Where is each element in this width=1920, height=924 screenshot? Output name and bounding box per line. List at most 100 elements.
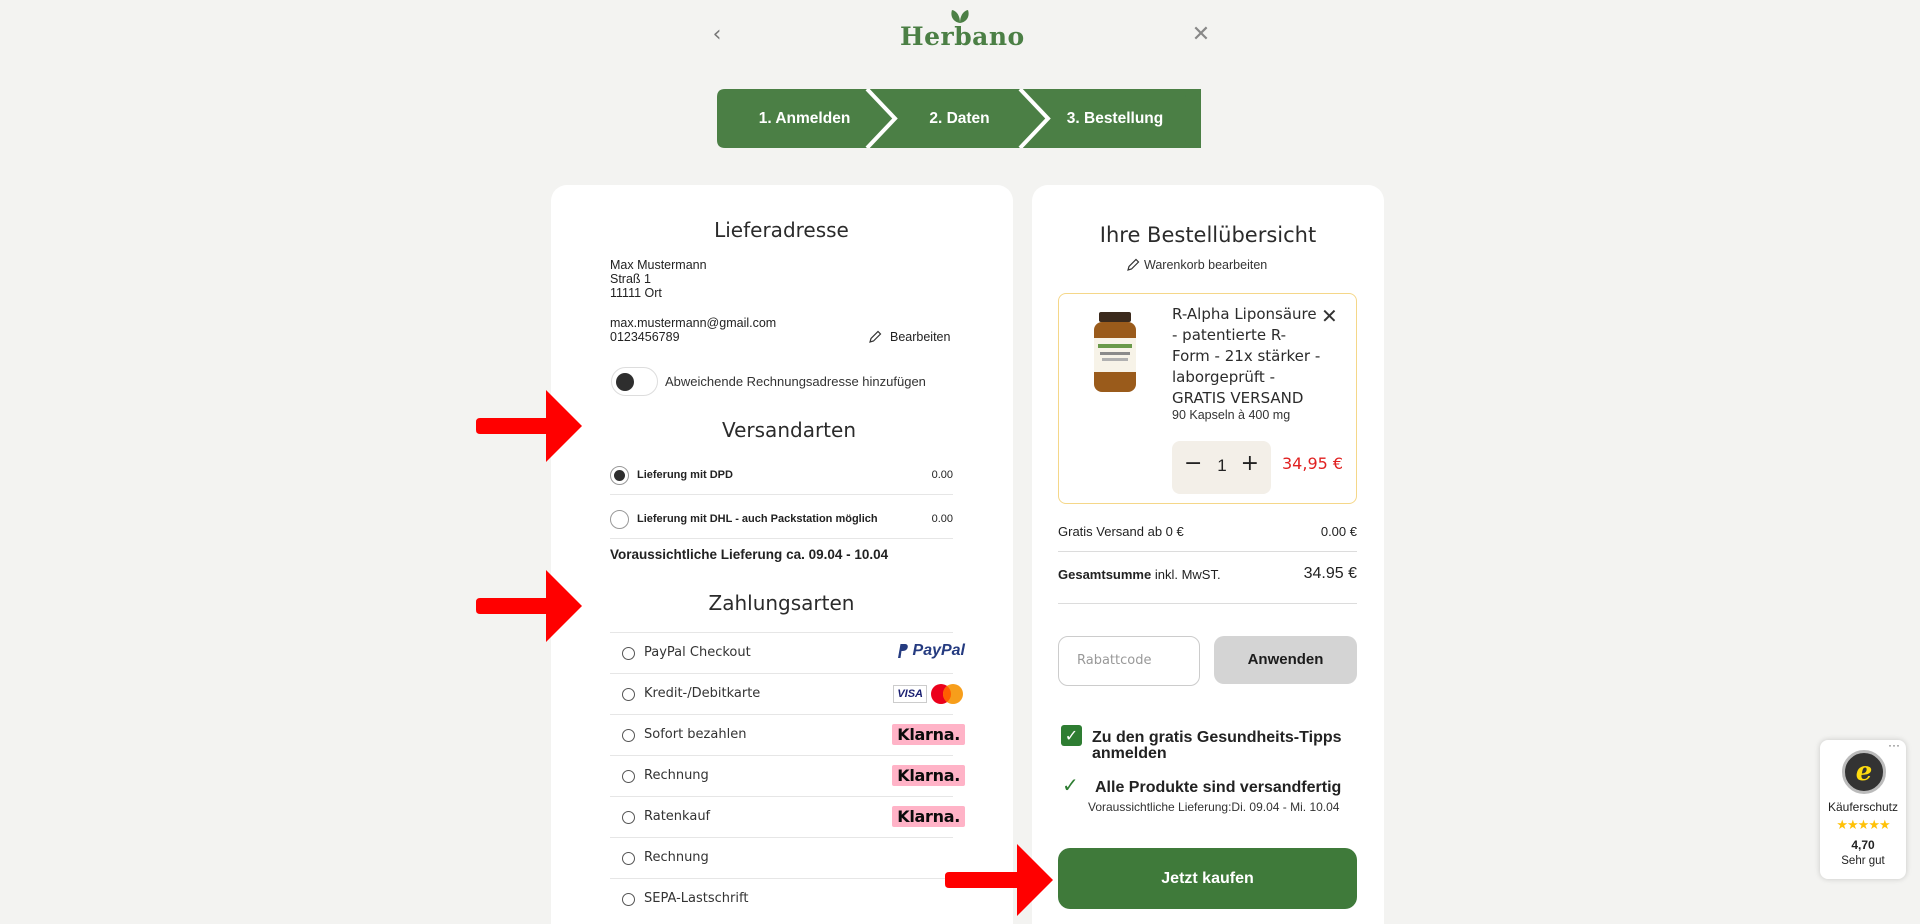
payment-option-label: Sofort bezahlen	[644, 727, 747, 742]
buy-now-button[interactable]: Jetzt kaufen	[1058, 848, 1357, 909]
estimated-delivery: Voraussichtliche Lieferung ca. 09.04 - 1…	[610, 547, 888, 562]
shipping-cost-row: Gratis Versand ab 0 € 0.00 €	[1058, 524, 1357, 539]
shipping-option-label: Lieferung mit DHL - auch Packstation mög…	[637, 513, 878, 525]
pencil-icon	[1127, 258, 1140, 271]
klarna-logo: Klarna.	[892, 765, 965, 786]
klarna-logo: Klarna.	[892, 806, 965, 827]
paypal-logo-text: PayPal	[912, 642, 965, 659]
logo-text: Herbano	[900, 22, 1025, 51]
shipping-methods-title: Versandarten	[721, 418, 856, 442]
newsletter-checkbox[interactable]: ✓	[1061, 725, 1082, 746]
shipping-option-price: 0.00	[931, 513, 953, 525]
step-order[interactable]: 3. Bestellung	[1029, 89, 1201, 148]
order-summary-title: Ihre Bestellübersicht	[1099, 223, 1317, 247]
shipping-radio-dpd[interactable]	[610, 466, 629, 485]
paypal-logo: PayPal	[896, 642, 965, 660]
payment-option-sepa[interactable]: SEPA-Lastschrift	[610, 878, 953, 919]
payment-option-installments[interactable]: Ratenkauf Klarna.	[610, 796, 965, 837]
quantity-stepper: − 1 +	[1172, 441, 1271, 494]
ready-to-ship-label: Alle Produkte sind versandfertig	[1095, 779, 1342, 796]
toggle-knob	[616, 373, 634, 391]
increase-quantity-button[interactable]: +	[1241, 451, 1259, 476]
back-button[interactable]: ‹	[708, 20, 726, 50]
arrow-right-icon	[945, 844, 1053, 916]
payment-option-label: Kredit-/Debitkarte	[644, 686, 761, 701]
ready-to-ship-delivery: Voraussichtliche Lieferung:Di. 09.04 - M…	[1088, 800, 1340, 814]
payment-methods-title: Zahlungsarten	[708, 591, 855, 615]
close-icon: ✕	[1191, 22, 1211, 47]
estimated-delivery-range: ca. 09.04 - 10.04	[786, 547, 889, 562]
address-phone: 0123456789	[610, 330, 680, 344]
total-row: Gesamtsumme inkl. MwST. 34.95 €	[1058, 565, 1357, 582]
payment-option-label: Rechnung	[644, 768, 709, 783]
more-options-icon[interactable]: ···	[1888, 738, 1900, 752]
payment-radio[interactable]	[622, 811, 635, 824]
remove-item-button[interactable]: ✕	[1321, 304, 1338, 328]
shipping-option-price: 0.00	[931, 469, 953, 481]
pencil-icon	[869, 330, 882, 343]
arrow-right-icon	[476, 390, 582, 462]
payment-radio[interactable]	[622, 647, 635, 660]
payment-option-sofort[interactable]: Sofort bezahlen Klarna.	[610, 714, 965, 755]
address-name: Max Mustermann	[610, 258, 707, 272]
divider	[1058, 551, 1357, 552]
close-button[interactable]: ✕	[1188, 20, 1214, 50]
estimated-delivery-label: Voraussichtliche Lieferung	[610, 547, 783, 562]
klarna-logo: Klarna.	[892, 724, 965, 745]
address-city: 11111 Ort	[610, 286, 662, 300]
close-icon: ✕	[1321, 304, 1338, 328]
payment-radio[interactable]	[622, 852, 635, 865]
product-price: 34,95 €	[1282, 454, 1344, 473]
payment-option-klarna-invoice[interactable]: Rechnung Klarna.	[610, 755, 965, 796]
buyer-protection-label: Käuferschutz	[1827, 800, 1899, 814]
divider	[1058, 603, 1357, 604]
shipping-cost-value: 0.00 €	[1320, 524, 1357, 539]
total-value: 34.95 €	[1303, 565, 1357, 582]
apply-coupon-button[interactable]: Anwenden	[1214, 636, 1357, 684]
rating-score: 4,70	[1851, 838, 1875, 852]
visa-logo: VISA	[893, 685, 927, 703]
card-logos: VISA	[893, 683, 965, 705]
coupon-input[interactable]: Rabattcode	[1058, 636, 1200, 686]
edit-address-link[interactable]: Bearbeiten	[868, 330, 950, 344]
payment-option-paypal[interactable]: PayPal Checkout PayPal	[610, 632, 965, 673]
step-login[interactable]: 1. Anmelden	[717, 89, 892, 148]
herbano-logo: Herbano	[900, 8, 1025, 56]
payment-radio[interactable]	[622, 893, 635, 906]
arrow-right-icon	[476, 570, 582, 642]
payment-option-label: Ratenkauf	[644, 809, 711, 824]
shipping-option-dhl[interactable]: Lieferung mit DHL - auch Packstation mög…	[610, 495, 953, 539]
decrease-quantity-button[interactable]: −	[1184, 451, 1202, 476]
billing-address-toggle[interactable]	[611, 367, 658, 396]
newsletter-label: Zu den gratis Gesundheits-Tipps anmelden	[1092, 729, 1342, 762]
total-suffix: inkl. MwST.	[1154, 567, 1221, 582]
check-icon: ✓	[1064, 726, 1079, 745]
edit-address-label: Bearbeiten	[890, 330, 951, 344]
address-email: max.mustermann@gmail.com	[610, 316, 777, 330]
payment-option-card[interactable]: Kredit-/Debitkarte VISA	[610, 673, 963, 714]
chevron-left-icon: ‹	[712, 22, 722, 47]
payment-radio[interactable]	[622, 770, 635, 783]
payment-option-invoice[interactable]: Rechnung	[610, 837, 953, 878]
trusted-seal-icon: e	[1842, 750, 1886, 794]
step-data[interactable]: 2. Daten	[877, 89, 1042, 148]
checkout-steps: 1. Anmelden 2. Daten 3. Bestellung	[717, 89, 1201, 148]
shipping-option-dpd[interactable]: Lieferung mit DPD 0.00	[610, 451, 953, 495]
shipping-address-title: Lieferadresse	[714, 218, 849, 242]
shipping-cost-label: Gratis Versand ab 0 €	[1058, 524, 1184, 539]
edit-cart-label: Warenkorb bearbeiten	[1144, 258, 1268, 272]
payment-radio[interactable]	[622, 688, 635, 701]
check-icon: ✓	[1062, 773, 1079, 797]
edit-cart-link[interactable]: Warenkorb bearbeiten	[1126, 258, 1267, 272]
paypal-icon	[897, 644, 908, 658]
payment-option-label: SEPA-Lastschrift	[644, 891, 749, 906]
shipping-radio-dhl[interactable]	[610, 510, 629, 529]
total-label: Gesamtsumme	[1058, 567, 1152, 582]
rating-stars: ★★★★★	[1836, 818, 1890, 833]
quantity-value[interactable]: 1	[1210, 456, 1234, 476]
product-image	[1094, 312, 1136, 392]
trusted-shops-badge[interactable]: ··· e Käuferschutz ★★★★★ 4,70 Sehr gut	[1820, 738, 1906, 879]
payment-radio[interactable]	[622, 729, 635, 742]
payment-option-label: PayPal Checkout	[644, 645, 751, 660]
shipping-option-label: Lieferung mit DPD	[637, 469, 733, 481]
